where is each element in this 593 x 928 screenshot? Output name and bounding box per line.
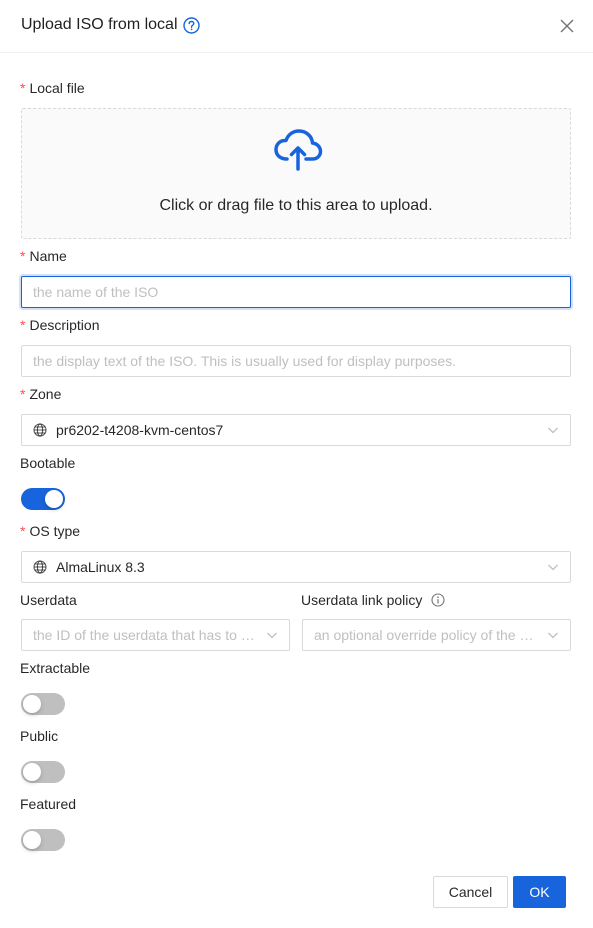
zone-label: * Zone bbox=[20, 384, 61, 404]
zone-select[interactable]: pr6202-t4208-kvm-centos7 bbox=[21, 414, 571, 446]
required-mark: * bbox=[20, 317, 26, 333]
cancel-button[interactable]: Cancel bbox=[433, 876, 508, 908]
dialog-title-row: Upload ISO from local bbox=[21, 14, 200, 36]
globe-icon bbox=[33, 560, 47, 574]
close-button[interactable] bbox=[555, 14, 579, 38]
extractable-switch[interactable] bbox=[21, 693, 65, 715]
file-upload-dropzone[interactable]: Click or drag file to this area to uploa… bbox=[21, 108, 571, 239]
required-mark: * bbox=[20, 523, 26, 539]
globe-icon bbox=[33, 423, 47, 437]
description-label-text: Description bbox=[29, 317, 100, 333]
bootable-switch[interactable] bbox=[21, 488, 65, 510]
switch-knob bbox=[23, 695, 41, 713]
description-label: * Description bbox=[20, 315, 99, 335]
upload-hint-text: Click or drag file to this area to uploa… bbox=[159, 197, 433, 214]
switch-knob bbox=[45, 490, 63, 508]
chevron-down-icon bbox=[548, 564, 558, 571]
userdata-select-placeholder: the ID of the userdata that has to … bbox=[33, 627, 255, 643]
question-circle-icon[interactable] bbox=[182, 16, 200, 34]
local-file-label: * Local file bbox=[20, 78, 85, 98]
cloud-upload-icon bbox=[274, 129, 323, 171]
zone-select-value: pr6202-t4208-kvm-centos7 bbox=[56, 422, 224, 438]
name-label-text: Name bbox=[29, 248, 67, 264]
chevron-down-icon bbox=[548, 632, 558, 639]
userdata-label: Userdata bbox=[20, 592, 77, 608]
userdata-link-policy-select[interactable]: an optional override policy of the … bbox=[302, 619, 571, 651]
local-file-label-text: Local file bbox=[29, 80, 85, 96]
name-input[interactable] bbox=[21, 276, 571, 308]
required-mark: * bbox=[20, 248, 26, 264]
userdata-select[interactable]: the ID of the userdata that has to … bbox=[21, 619, 290, 651]
required-mark: * bbox=[20, 80, 26, 96]
os-type-select-value: AlmaLinux 8.3 bbox=[56, 559, 145, 575]
zone-label-text: Zone bbox=[29, 386, 62, 402]
required-mark: * bbox=[20, 386, 26, 402]
featured-switch[interactable] bbox=[21, 829, 65, 851]
public-label: Public bbox=[20, 728, 59, 744]
os-type-label-text: OS type bbox=[29, 523, 81, 539]
chevron-down-icon bbox=[548, 427, 558, 434]
userdata-link-policy-placeholder: an optional override policy of the … bbox=[314, 627, 534, 643]
name-label: * Name bbox=[20, 246, 67, 266]
close-icon bbox=[560, 19, 574, 33]
featured-label: Featured bbox=[20, 796, 77, 812]
chevron-down-icon bbox=[267, 632, 277, 639]
os-type-select[interactable]: AlmaLinux 8.3 bbox=[21, 551, 571, 583]
dialog-title: Upload ISO from local bbox=[21, 16, 178, 33]
public-switch[interactable] bbox=[21, 761, 65, 783]
bootable-label: Bootable bbox=[20, 455, 76, 471]
extractable-label: Extractable bbox=[20, 660, 91, 676]
description-input[interactable] bbox=[21, 345, 571, 377]
ok-button[interactable]: OK bbox=[513, 876, 566, 908]
dialog-header: Upload ISO from local bbox=[0, 0, 593, 53]
os-type-label: * OS type bbox=[20, 521, 80, 541]
userdata-link-policy-label: Userdata link policy bbox=[301, 590, 445, 610]
switch-knob bbox=[23, 831, 41, 849]
info-circle-icon[interactable] bbox=[431, 593, 445, 607]
userdata-link-policy-label-text: Userdata link policy bbox=[301, 592, 423, 608]
switch-knob bbox=[23, 763, 41, 781]
